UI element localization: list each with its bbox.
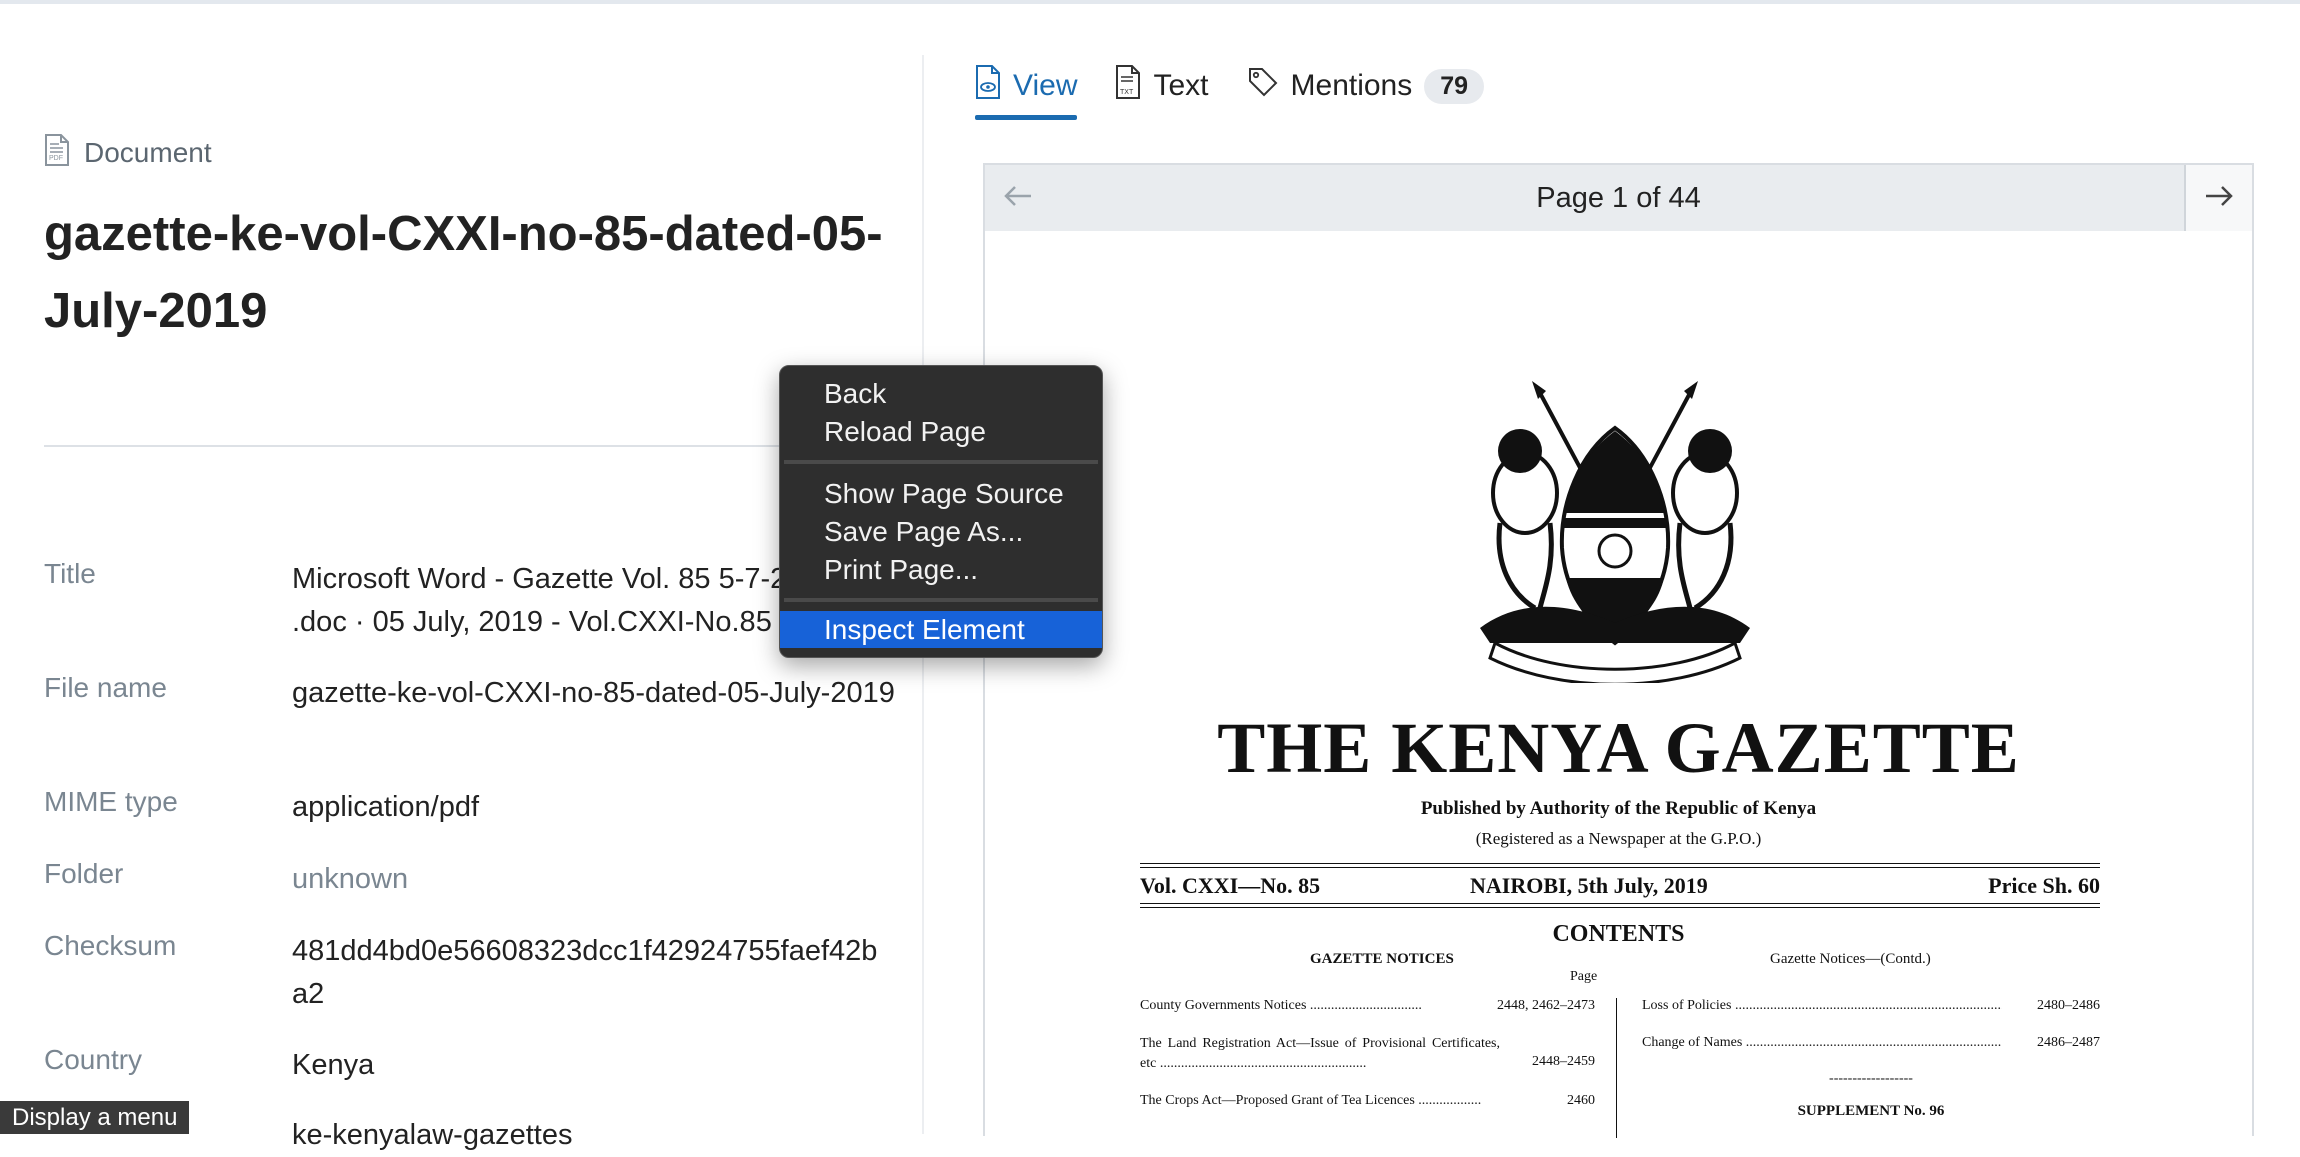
svg-text:PDF: PDF [49, 155, 63, 162]
column-separator [1616, 998, 1617, 1138]
arrow-right-icon [2204, 184, 2234, 213]
rule [1140, 863, 2100, 864]
menu-item-save-page-as[interactable]: Save Page As... [780, 513, 1102, 550]
gazette-col2-heading: Gazette Notices—(Contd.) [1770, 951, 1931, 967]
gazette-price: Price Sh. 60 [1988, 873, 2100, 898]
gazette-col1-heading: GAZETTE NOTICES [1310, 951, 1454, 967]
page-title: gazette-ke-vol-CXXI-no-85-dated-05-July-… [44, 207, 883, 338]
arrow-left-icon [1003, 184, 1033, 213]
tab-view[interactable]: View [975, 60, 1078, 120]
gazette-date: NAIROBI, 5th July, 2019 [1470, 873, 1708, 898]
tab-text[interactable]: TXT Text [1115, 60, 1209, 112]
tag-icon [1247, 66, 1279, 106]
document-kicker-label: Document [84, 136, 212, 168]
toc-page: 2460 [1567, 1093, 1595, 1108]
toc-dashes: ------------------ [1829, 1071, 1913, 1086]
next-page-button[interactable] [2184, 165, 2252, 231]
view-tabs: View TXT Text Mentions 79 [975, 60, 1485, 120]
divider [44, 445, 784, 447]
toc-left-item: County Governments Notices .............… [1140, 998, 1595, 1014]
menu-item-print-page[interactable]: Print Page... [780, 551, 1102, 588]
meta-key: Country [44, 1044, 143, 1075]
gazette-contents-heading: CONTENTS [1552, 921, 1685, 947]
pdf-file-icon: PDF [44, 134, 70, 171]
page-indicator: Page 1 of 44 [1536, 182, 1701, 214]
gazette-page-heading: Page [1570, 969, 1598, 984]
file-text-icon: TXT [1115, 65, 1141, 107]
menu-item-back[interactable]: Back [780, 375, 1102, 412]
menu-item-show-page-source[interactable]: Show Page Source [780, 475, 1102, 512]
meta-key: MIME type [44, 786, 178, 817]
svg-text:TXT: TXT [1120, 89, 1134, 96]
menu-separator [784, 598, 1098, 602]
toc-text: The Crops Act—Proposed Grant of Tea Lice… [1140, 1093, 1482, 1108]
rule [1140, 907, 2100, 908]
toc-page: 2448–2459 [1532, 1054, 1595, 1069]
gazette-published-by: Published by Authority of the Republic o… [1420, 798, 1817, 819]
context-menu: Back Reload Page Show Page Source Save P… [779, 365, 1103, 658]
tab-mentions[interactable]: Mentions 79 [1247, 60, 1485, 112]
meta-value: Kenya [292, 1049, 375, 1081]
document-viewer: Page 1 of 44 THE KENYA GAZETTE Published… [983, 163, 2254, 1138]
toc-text: Change of Names ........................… [1642, 1035, 2002, 1050]
meta-value: application/pdf [292, 791, 480, 823]
tab-label: Mentions [1290, 69, 1413, 102]
menu-item-inspect-element[interactable]: Inspect Element [780, 611, 1102, 648]
pager: Page 1 of 44 [985, 165, 2252, 231]
meta-key: Checksum [44, 930, 177, 961]
gazette-masthead: THE KENYA GAZETTE [1217, 708, 2020, 788]
meta-value: ke-kenyalaw-gazettes [292, 1119, 573, 1151]
rule [1140, 903, 2100, 904]
toc-left-item: The Land Registration Act—Issue of Provi… [1140, 1034, 1595, 1074]
meta-value: 481dd4bd0e56608323dcc1f42924755faef42ba2 [292, 935, 878, 1010]
file-view-icon [975, 65, 1001, 107]
rule [1140, 867, 2100, 868]
toc-text: Loss of Policies .......................… [1642, 998, 2002, 1013]
toc-text: County Governments Notices .............… [1140, 998, 1422, 1013]
gazette-volume: Vol. CXXI—No. 85 [1140, 873, 1321, 898]
meta-key: File name [44, 672, 167, 703]
toc-right-item: Change of Names ........................… [1642, 1035, 2100, 1051]
meta-value: unknown [292, 863, 409, 895]
status-tooltip: Display a menu [0, 1101, 190, 1134]
gazette-registration: (Registered as a Newspaper at the G.P.O.… [1475, 829, 1762, 848]
toc-text: The Land Registration Act—Issue of Provi… [1140, 1036, 1500, 1071]
coat-of-arms-image [1440, 373, 1790, 686]
gazette-page: THE KENYA GAZETTE Published by Authority… [985, 233, 2252, 1138]
gazette-supplement: SUPPLEMENT No. 96 [1797, 1103, 1945, 1119]
toc-right-item: Loss of Policies .......................… [1642, 998, 2100, 1014]
meta-value: gazette-ke-vol-CXXI-no-85-dated-05-July-… [292, 677, 895, 709]
toc-page: 2480–2486 [2037, 998, 2100, 1013]
toc-page: 2448, 2462–2473 [1497, 998, 1595, 1013]
meta-key: Folder [44, 858, 124, 889]
menu-item-reload-page[interactable]: Reload Page [780, 413, 1102, 450]
document-kicker: PDF Document [44, 134, 212, 171]
tab-label: View [1013, 69, 1078, 102]
mentions-count-badge: 79 [1424, 68, 1485, 104]
toc-page: 2486–2487 [2037, 1035, 2100, 1050]
tab-label: Text [1153, 69, 1209, 102]
previous-page-button[interactable] [985, 165, 1051, 231]
menu-separator [784, 460, 1098, 464]
toc-left-item: The Crops Act—Proposed Grant of Tea Lice… [1140, 1093, 1595, 1109]
meta-key: Title [44, 558, 96, 589]
